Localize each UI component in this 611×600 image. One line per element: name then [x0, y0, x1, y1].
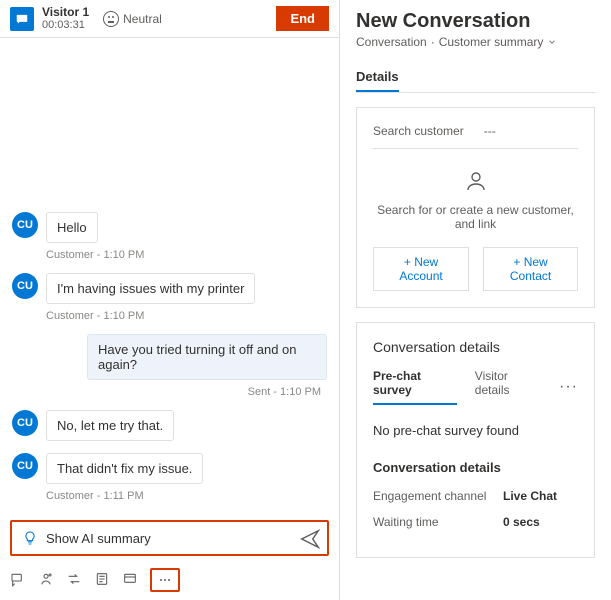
breadcrumb[interactable]: Conversation · Customer summary	[356, 35, 595, 49]
customer-help-text: Search for or create a new customer, and…	[373, 203, 578, 231]
sentiment-indicator: Neutral	[103, 11, 162, 27]
chat-channel-icon	[10, 7, 34, 31]
search-customer-value: ---	[484, 124, 496, 138]
message-row: CU Hello	[12, 212, 327, 243]
conversation-details-card: Conversation details Pre-chat survey Vis…	[356, 322, 595, 558]
customer-avatar: CU	[12, 410, 38, 436]
crumb-conversation: Conversation	[356, 35, 427, 49]
page-title: New Conversation	[356, 10, 595, 33]
new-contact-button[interactable]: + New Contact	[483, 247, 578, 291]
message-meta: Sent - 1:10 PM	[12, 386, 321, 398]
message-meta: Customer - 1:10 PM	[46, 310, 327, 322]
quick-reply-icon[interactable]	[10, 571, 26, 590]
message-row: CU No, let me try that.	[12, 410, 327, 441]
customer-avatar: CU	[12, 212, 38, 238]
send-icon[interactable]	[299, 528, 321, 550]
message-meta: Customer - 1:11 PM	[46, 490, 327, 502]
lightbulb-icon	[22, 530, 38, 546]
message-bubble: Hello	[46, 212, 98, 243]
kv-row: Engagement channel Live Chat	[373, 489, 578, 503]
kv-value: 0 secs	[503, 515, 540, 529]
message-row: CU I'm having issues with my printer	[12, 273, 327, 304]
notes-icon[interactable]	[94, 571, 110, 590]
message-row: Have you tried turning it off and on aga…	[12, 334, 327, 380]
compose-area: Show AI summary	[0, 516, 339, 562]
message-row: CU That didn't fix my issue.	[12, 453, 327, 484]
search-customer-row[interactable]: Search customer ---	[373, 124, 578, 149]
more-actions-button[interactable]	[150, 568, 180, 592]
customer-card: Search customer --- Search for or create…	[356, 107, 595, 308]
consult-icon[interactable]	[38, 571, 54, 590]
crumb-customer-summary: Customer summary	[439, 35, 544, 49]
end-button[interactable]: End	[276, 6, 329, 31]
message-bubble: I'm having issues with my printer	[46, 273, 255, 304]
tab-details[interactable]: Details	[356, 63, 399, 92]
chevron-down-icon	[547, 37, 557, 47]
message-bubble: No, let me try that.	[46, 410, 174, 441]
details-panel: New Conversation Conversation · Customer…	[340, 0, 611, 600]
customer-avatar: CU	[12, 273, 38, 299]
conv-subhead: Conversation details	[373, 460, 578, 475]
visitor-info: Visitor 1 00:03:31	[42, 6, 89, 31]
chat-toolbar	[0, 562, 339, 600]
neutral-face-icon	[103, 11, 119, 27]
prechat-empty-text: No pre-chat survey found	[373, 423, 578, 438]
person-icon	[464, 169, 488, 193]
subtab-visitor[interactable]: Visitor details	[475, 369, 541, 405]
visitor-duration: 00:03:31	[42, 19, 89, 31]
kv-value: Live Chat	[503, 489, 557, 503]
transfer-icon[interactable]	[66, 571, 82, 590]
kv-key: Engagement channel	[373, 489, 503, 503]
knowledge-icon[interactable]	[122, 571, 138, 590]
subtab-prechat[interactable]: Pre-chat survey	[373, 369, 457, 405]
message-list: CU Hello Customer - 1:10 PM CU I'm havin…	[0, 38, 339, 516]
visitor-name: Visitor 1	[42, 6, 89, 19]
ai-summary-button[interactable]: Show AI summary	[10, 520, 329, 556]
conv-details-title: Conversation details	[373, 339, 578, 355]
new-account-button[interactable]: + New Account	[373, 247, 469, 291]
chat-header: Visitor 1 00:03:31 Neutral End	[0, 0, 339, 38]
message-bubble: Have you tried turning it off and on aga…	[87, 334, 327, 380]
kv-key: Waiting time	[373, 515, 503, 529]
subtab-more[interactable]: ···	[559, 378, 578, 396]
message-meta: Customer - 1:10 PM	[46, 249, 327, 261]
detail-tabs: Details	[356, 63, 595, 93]
message-bubble: That didn't fix my issue.	[46, 453, 203, 484]
message-spacer	[12, 48, 327, 208]
ai-summary-label: Show AI summary	[46, 531, 151, 546]
customer-buttons: + New Account + New Contact	[373, 247, 578, 291]
sentiment-label: Neutral	[123, 12, 162, 26]
search-customer-label: Search customer	[373, 124, 464, 138]
conv-subtabs: Pre-chat survey Visitor details ···	[373, 369, 578, 405]
customer-avatar: CU	[12, 453, 38, 479]
kv-row: Waiting time 0 secs	[373, 515, 578, 529]
chat-panel: Visitor 1 00:03:31 Neutral End CU Hello …	[0, 0, 340, 600]
